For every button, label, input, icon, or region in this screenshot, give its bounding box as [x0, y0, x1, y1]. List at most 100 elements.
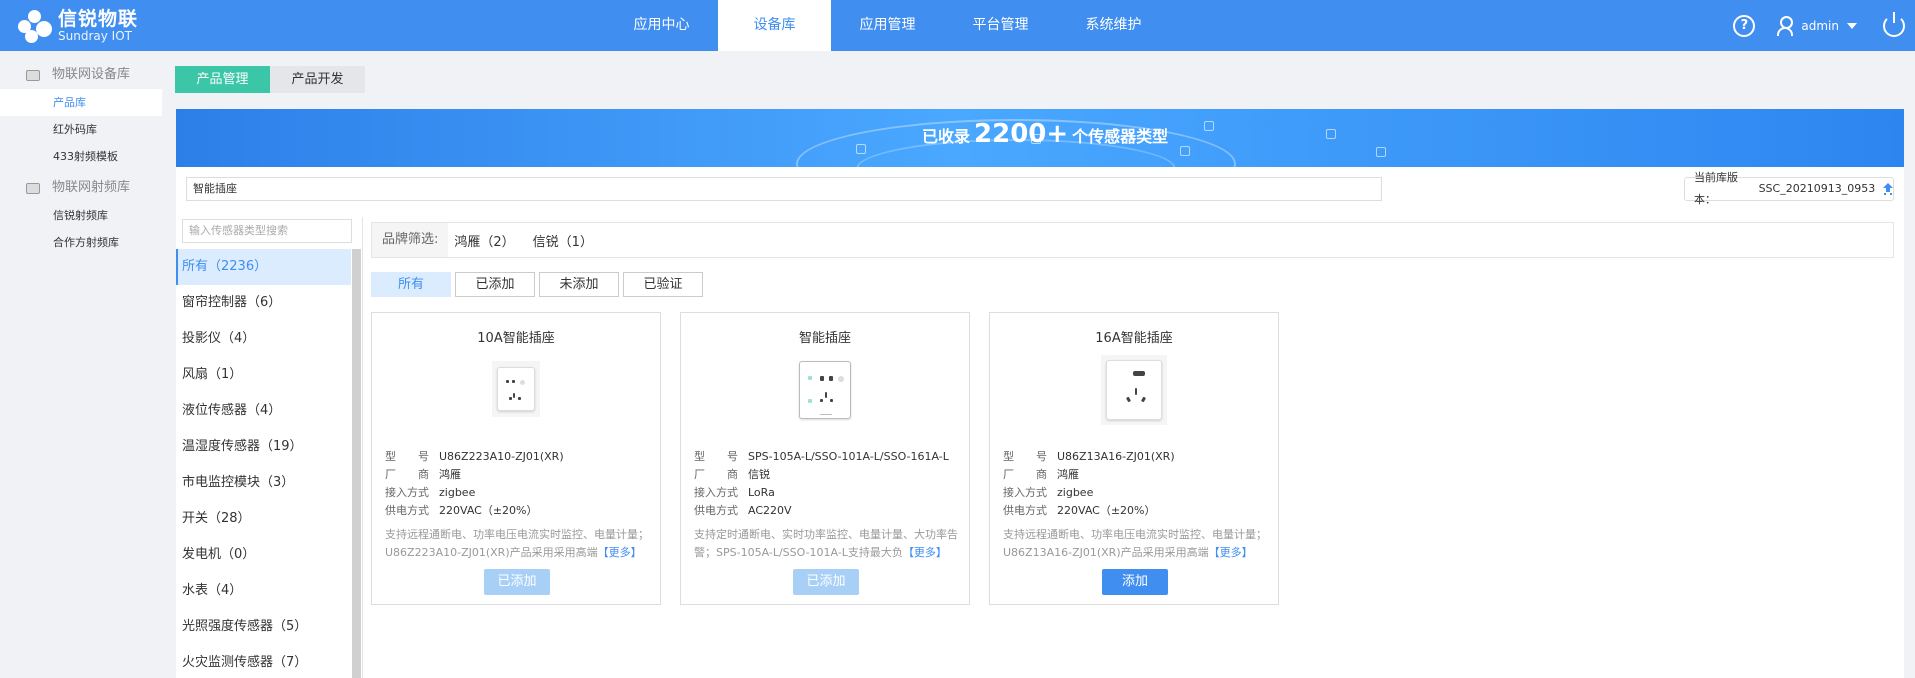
socket-image: [795, 359, 855, 421]
sidebar-group-iot-rf-library[interactable]: 物联网射频库: [0, 174, 162, 202]
spec-vendor: 鸿雁: [439, 468, 461, 481]
chevron-down-icon[interactable]: [1847, 22, 1857, 29]
category-item[interactable]: 风扇（1）: [176, 357, 351, 393]
spec-key: 接入方式: [694, 486, 738, 499]
added-button[interactable]: 已添加: [793, 569, 859, 595]
sidebar-item-ir-code-library[interactable]: 红外码库: [0, 116, 162, 143]
category-item[interactable]: 投影仪（4）: [176, 321, 351, 357]
spec-key: 型 号: [1003, 450, 1047, 463]
banner-prefix: 已收录: [922, 127, 971, 146]
spec-vendor: 信锐: [748, 468, 770, 481]
divider: [362, 217, 363, 678]
more-link[interactable]: 【更多】: [903, 546, 947, 559]
category-item[interactable]: 开关（28）: [176, 501, 351, 537]
banner-text: 已收录 2200+ 个传感器类型: [922, 119, 1168, 149]
product-description: 支持定时通断电、实时功率监控、电量计量、大功率告警；SPS-105A-L/SSO…: [694, 526, 960, 562]
category-item[interactable]: 液位传感器（4）: [176, 393, 351, 429]
sidebar-item-product-library[interactable]: 产品库: [0, 89, 162, 116]
product-card: 16A智能插座 型 号 U86Z13A16-ZJ01(XR) 厂 商鸿雁 接入方式…: [989, 312, 1279, 605]
socket-image: [492, 361, 540, 417]
category-item[interactable]: 光照强度传感器（5）: [176, 609, 351, 645]
user-icon[interactable]: [1777, 15, 1794, 36]
category-item[interactable]: 所有（2236）: [176, 249, 351, 285]
nav-app-center[interactable]: 应用中心: [605, 0, 718, 51]
product-title: 16A智能插座: [1095, 331, 1173, 346]
product-card: 智能插座 型 号 SPS-105A-L/SSO-101A-L/SSO-161A-L…: [680, 312, 970, 605]
filter-not-added-button[interactable]: 未添加: [539, 272, 619, 297]
category-search-input[interactable]: 输入传感器类型搜索: [182, 219, 352, 243]
power-icon[interactable]: [1883, 11, 1905, 37]
spec-key: 厂 商: [385, 468, 429, 481]
spec-key: 厂 商: [694, 468, 738, 481]
filter-verified-button[interactable]: 已验证: [623, 272, 703, 297]
category-item[interactable]: 市电监控模块（3）: [176, 465, 351, 501]
logo[interactable]: 信锐物联 Sundray IOT: [16, 5, 138, 47]
spec-access: LoRa: [748, 486, 775, 499]
sidebar-group-iot-device-library[interactable]: 物联网设备库: [0, 61, 162, 89]
sidebar-item-sundray-rf-library[interactable]: 信锐射频库: [0, 202, 162, 229]
sidebar-item-433-rf-template[interactable]: 433射频模板: [0, 143, 162, 170]
logo-icon: [16, 8, 52, 44]
spec-power: 220VAC（±20%）: [1057, 504, 1156, 517]
logo-subtitle: Sundray IOT: [58, 28, 132, 43]
main-nav: 应用中心 设备库 应用管理 平台管理 系统维护: [605, 0, 1170, 51]
spec-access: zigbee: [1057, 486, 1094, 499]
spec-power: 220VAC（±20%）: [439, 504, 538, 517]
nav-platform-management[interactable]: 平台管理: [944, 0, 1057, 51]
filter-all-button[interactable]: 所有: [371, 272, 451, 297]
product-specs: 型 号 U86Z13A16-ZJ01(XR) 厂 商鸿雁 接入方式 zigbee 供…: [1003, 448, 1175, 520]
nav-system-maintenance[interactable]: 系统维护: [1057, 0, 1170, 51]
help-icon[interactable]: ?: [1733, 14, 1756, 37]
spec-vendor: 鸿雁: [1057, 468, 1079, 481]
category-item[interactable]: 水表（4）: [176, 573, 351, 609]
brand-filter-hongyan[interactable]: 鸿雁（2）: [454, 231, 514, 250]
spec-key: 型 号: [694, 450, 738, 463]
status-filters: 所有 已添加 未添加 已验证: [371, 272, 707, 297]
category-item[interactable]: 发电机（0）: [176, 537, 351, 573]
tab-product-development[interactable]: 产品开发: [270, 66, 365, 93]
nav-device-library[interactable]: 设备库: [718, 0, 831, 51]
product-specs: 型 号 U86Z223A10-ZJ01(XR) 厂 商鸿雁 接入方式 zigbee …: [385, 448, 564, 520]
spec-key: 型 号: [385, 450, 429, 463]
banner-suffix: 个传感器类型: [1072, 127, 1169, 146]
spec-key: 接入方式: [385, 486, 429, 499]
page-tabs: 产品管理 产品开发: [175, 66, 365, 93]
top-bar: 信锐物联 Sundray IOT 应用中心 设备库 应用管理 平台管理 系统维护…: [0, 0, 1915, 51]
tab-product-management[interactable]: 产品管理: [175, 66, 270, 93]
more-link[interactable]: 【更多】: [598, 546, 642, 559]
version-label: 当前库版本：: [1694, 171, 1738, 206]
brand-filter-sundray[interactable]: 信锐（1）: [533, 231, 593, 250]
product-card: 10A智能插座 型 号 U86Z223A10-ZJ01(XR) 厂 商鸿雁 接入方…: [371, 312, 661, 605]
brand-filter-label: 品牌筛选:: [372, 223, 449, 257]
device-icon: [26, 182, 40, 194]
brand-filter-bar: 品牌筛选: 鸿雁（2） 信锐（1）: [371, 222, 1894, 258]
more-link[interactable]: 【更多】: [1209, 546, 1253, 559]
category-item[interactable]: 窗帘控制器（6）: [176, 285, 351, 321]
main-panel: 已收录 2200+ 个传感器类型 智能插座 当前库版本： SSC_2021091…: [176, 109, 1904, 678]
banner: 已收录 2200+ 个传感器类型: [176, 109, 1904, 167]
device-icon: [26, 69, 40, 81]
version-value: SSC_20210913_0953: [1758, 182, 1876, 195]
logo-title: 信锐物联: [58, 7, 139, 30]
product-search-input[interactable]: 智能插座: [186, 177, 1382, 201]
category-list: 所有（2236） 窗帘控制器（6） 投影仪（4） 风扇（1） 液位传感器（4） …: [176, 249, 362, 678]
added-button[interactable]: 已添加: [484, 569, 550, 595]
banner-number: 2200+: [974, 119, 1069, 149]
product-description: 支持远程通断电、功率电压电流实时监控、电量计量；U86Z223A10-ZJ01(…: [385, 526, 651, 562]
category-item[interactable]: 火灾监测传感器（7）: [176, 645, 351, 678]
category-scrollbar[interactable]: [352, 249, 361, 678]
category-item[interactable]: 温湿度传感器（19）: [176, 429, 351, 465]
upload-icon[interactable]: [1883, 183, 1893, 195]
spec-model: U86Z223A10-ZJ01(XR): [439, 450, 564, 463]
spec-key: 接入方式: [1003, 486, 1047, 499]
filter-added-button[interactable]: 已添加: [455, 272, 535, 297]
spec-key: 厂 商: [1003, 468, 1047, 481]
add-button[interactable]: 添加: [1102, 569, 1168, 595]
username[interactable]: admin: [1801, 19, 1839, 33]
sidebar: 物联网设备库 产品库 红外码库 433射频模板 物联网射频库 信锐射频库 合作方…: [0, 51, 162, 678]
spec-power: AC220V: [748, 504, 792, 517]
spec-key: 供电方式: [1003, 504, 1047, 517]
nav-app-management[interactable]: 应用管理: [831, 0, 944, 51]
spec-key: 供电方式: [694, 504, 738, 517]
sidebar-item-partner-rf-library[interactable]: 合作方射频库: [0, 229, 162, 256]
